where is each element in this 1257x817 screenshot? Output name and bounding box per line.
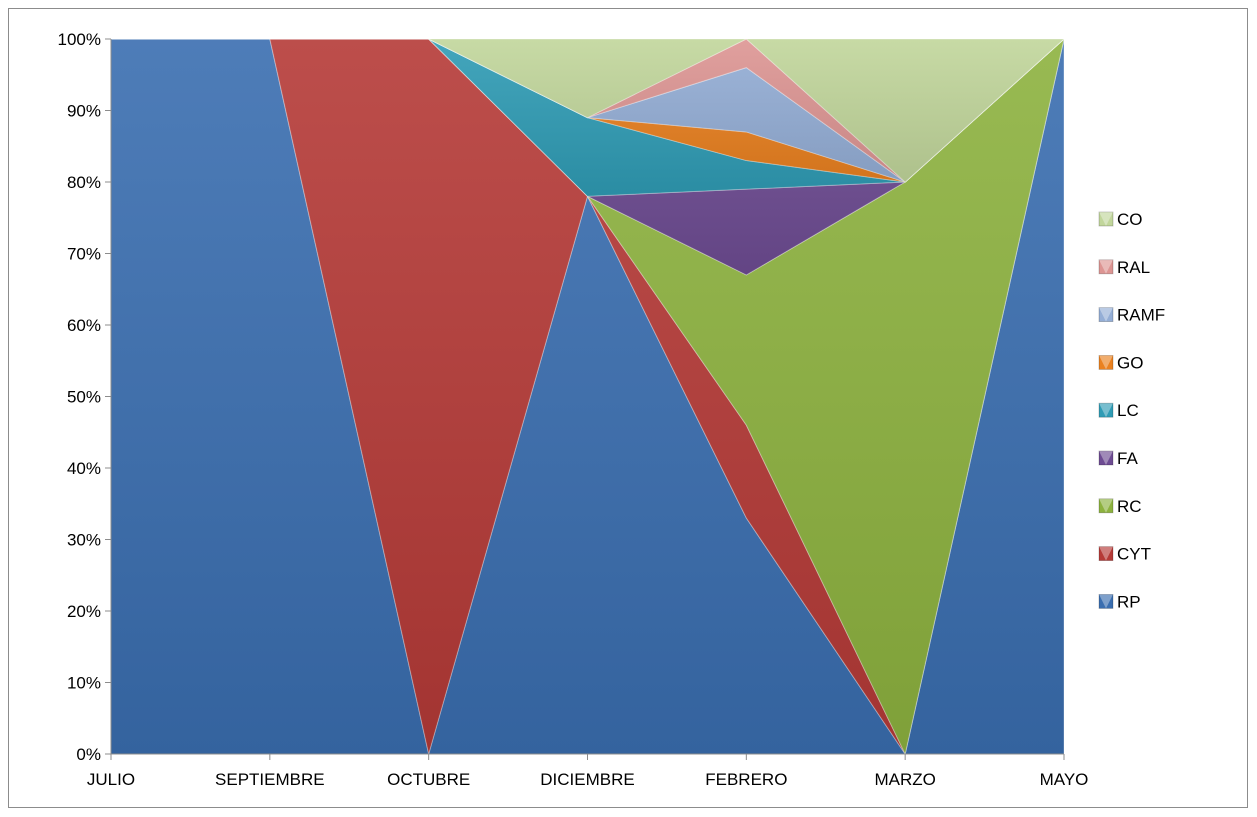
legend-label: RC	[1117, 497, 1142, 516]
y-tick-label: 30%	[67, 531, 101, 550]
chart-frame: 0% 10% 20% 30% 40% 50% 60% 70% 80% 90% 100% JULIO SE…	[8, 8, 1248, 808]
x-tick-label: SEPTIEMBRE	[215, 770, 325, 789]
y-tick-label: 100%	[58, 30, 101, 49]
y-tick-label: 40%	[67, 459, 101, 478]
y-tick-label: 90%	[67, 102, 101, 121]
legend-item-ral: RAL	[1098, 258, 1150, 277]
legend-item-co: CO	[1098, 210, 1143, 229]
legend-label: GO	[1117, 353, 1143, 372]
legend-label: RAMF	[1117, 306, 1165, 325]
y-tick-label: 0%	[76, 745, 101, 764]
legend-label: CYT	[1117, 545, 1151, 564]
legend-item-rc: RC	[1098, 497, 1142, 516]
y-tick-label: 10%	[67, 674, 101, 693]
y-tick-label: 50%	[67, 388, 101, 407]
plot-areas	[110, 37, 1066, 756]
legend: CO RAL RAMF GO LC FA RC CYT RP	[1098, 210, 1165, 611]
y-tick-label: 20%	[67, 602, 101, 621]
legend-item-cyt: CYT	[1098, 545, 1151, 564]
legend-item-rp: RP	[1098, 592, 1141, 611]
stacked-area-chart: 0% 10% 20% 30% 40% 50% 60% 70% 80% 90% 100% JULIO SE…	[58, 30, 1166, 789]
x-tick-label: DICIEMBRE	[540, 770, 634, 789]
legend-label: CO	[1117, 210, 1143, 229]
legend-label: RP	[1117, 592, 1141, 611]
x-tick-label: JULIO	[87, 770, 135, 789]
legend-label: LC	[1117, 401, 1139, 420]
legend-item-fa: FA	[1098, 449, 1138, 468]
x-tick-label: OCTUBRE	[387, 770, 470, 789]
x-tick-label: MARZO	[874, 770, 935, 789]
x-tick-label: FEBRERO	[705, 770, 787, 789]
y-tick-label: 60%	[67, 316, 101, 335]
legend-item-go: GO	[1098, 353, 1143, 372]
legend-item-lc: LC	[1098, 401, 1139, 420]
legend-item-ramf: RAMF	[1098, 306, 1165, 325]
y-tick-label: 70%	[67, 245, 101, 264]
legend-label: RAL	[1117, 258, 1150, 277]
y-tick-label: 80%	[67, 173, 101, 192]
legend-label: FA	[1117, 449, 1138, 468]
x-tick-label: MAYO	[1040, 770, 1089, 789]
